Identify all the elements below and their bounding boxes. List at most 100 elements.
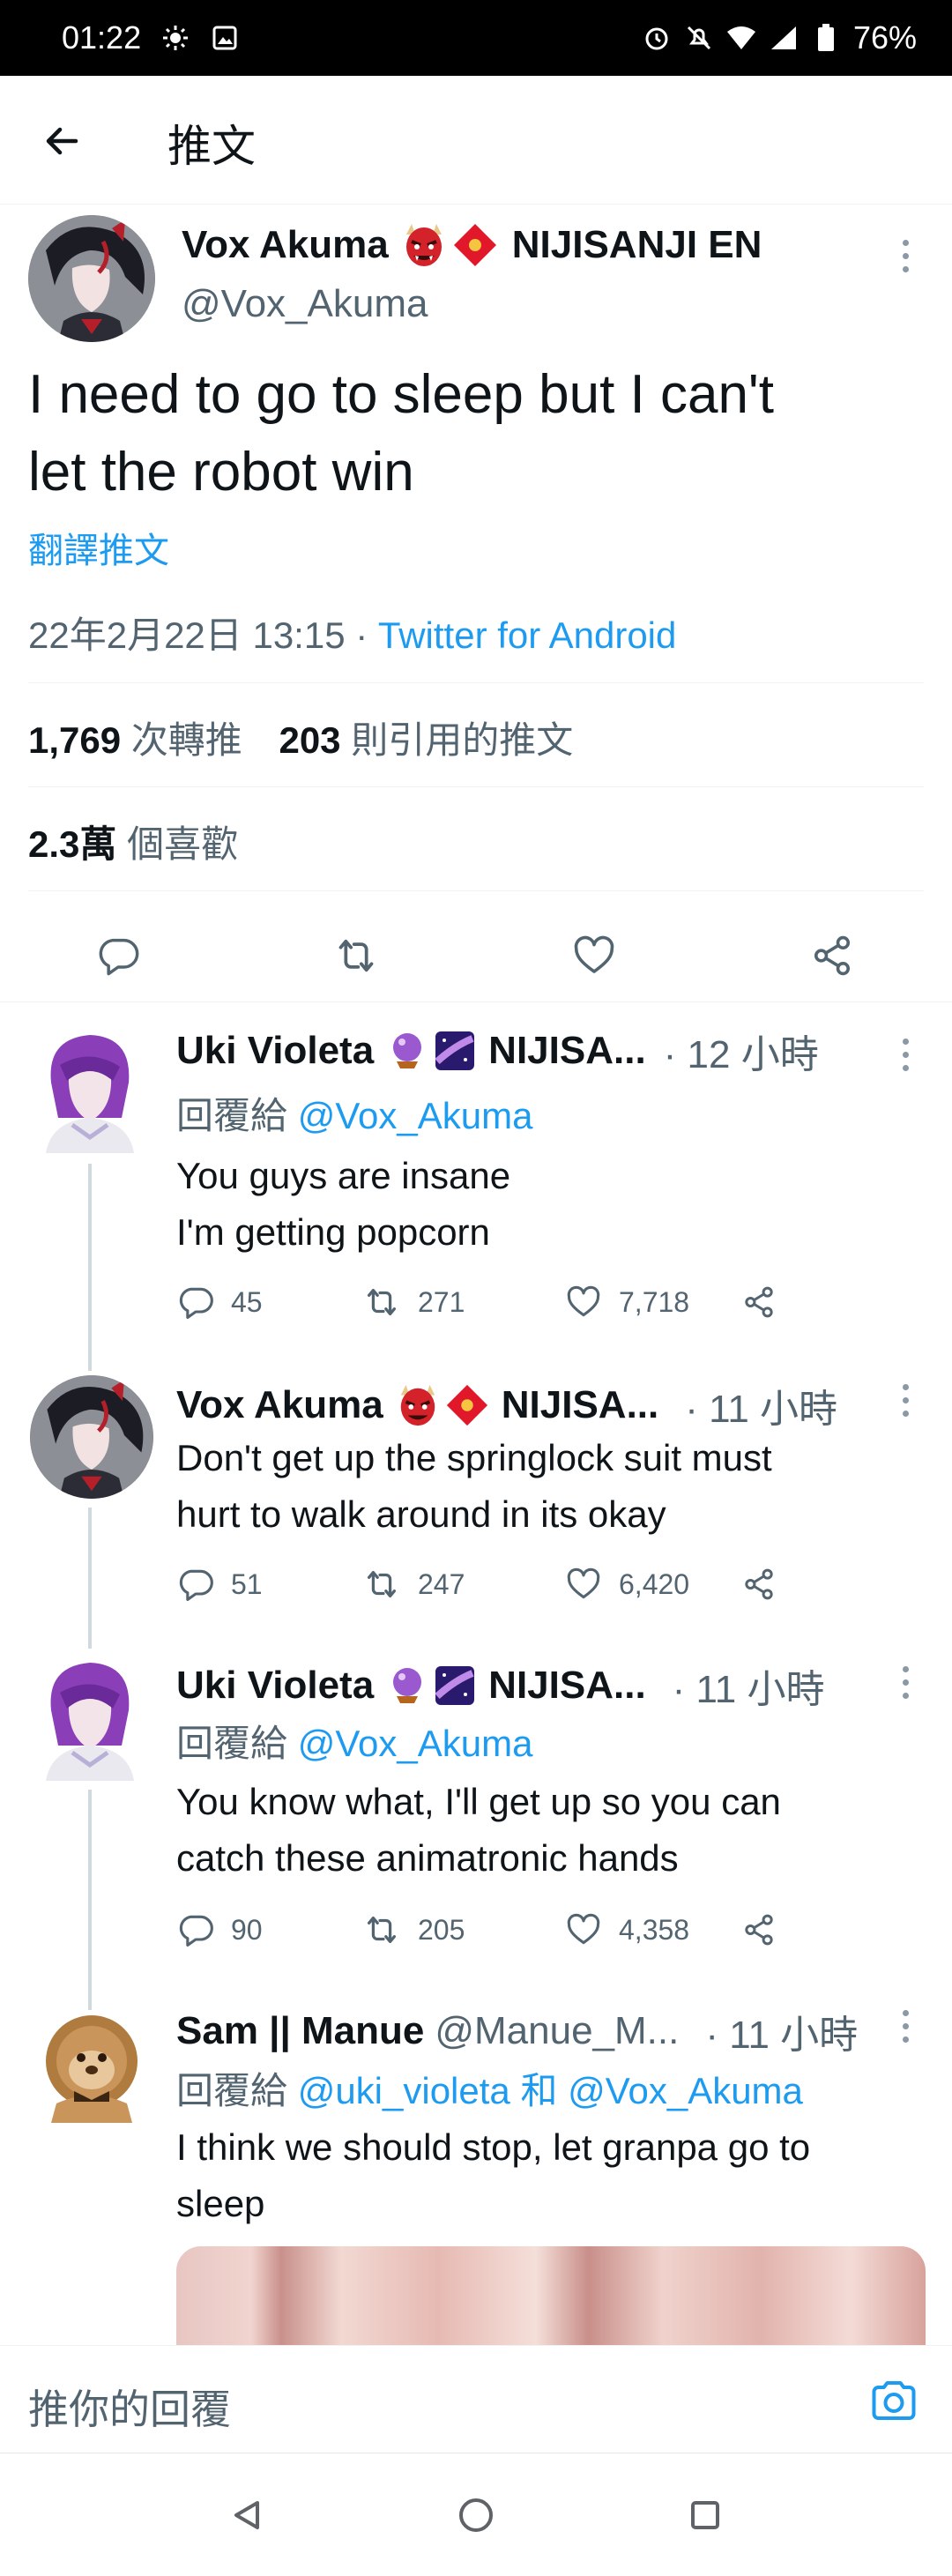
- share-button[interactable]: [740, 1566, 777, 1603]
- badge-text: NIJISANJI EN: [511, 223, 762, 266]
- like-button[interactable]: 6,420: [564, 1565, 740, 1604]
- reply-time[interactable]: · 11 小時: [705, 2003, 858, 2059]
- avatar[interactable]: [30, 2006, 153, 2130]
- like-count: 2.3萬: [28, 823, 117, 865]
- avatar[interactable]: [33, 1030, 146, 1153]
- square-recents-icon: [691, 2501, 719, 2529]
- divider: [28, 786, 924, 787]
- retweet-button[interactable]: 247: [361, 1564, 564, 1604]
- camera-button[interactable]: [867, 2374, 920, 2427]
- more-options-button[interactable]: [901, 1384, 910, 1417]
- author-name[interactable]: Uki Violeta: [176, 1029, 374, 1073]
- reply-and: 和: [520, 2070, 558, 2111]
- reply-time[interactable]: · 11 小時: [685, 1377, 837, 1433]
- reply-actions: 45 271 7,718: [176, 1282, 777, 1322]
- emoji-badges: [386, 1030, 476, 1072]
- emoji-badges: [386, 1664, 476, 1707]
- wifi-icon: [726, 23, 756, 53]
- share-icon: [745, 1914, 773, 1946]
- more-options-button[interactable]: [901, 1666, 910, 1699]
- reply-icon: [179, 1287, 213, 1319]
- reply-count: 45: [231, 1285, 263, 1318]
- oni-mask-icon: [405, 224, 442, 266]
- milky-way-icon: [435, 1666, 475, 1705]
- author-name[interactable]: Vox Akuma: [182, 223, 389, 267]
- recents-nav-button[interactable]: [679, 2489, 732, 2542]
- reply-button[interactable]: [93, 931, 143, 980]
- media-image[interactable]: [176, 2246, 926, 2352]
- page-title: 推文: [167, 122, 256, 171]
- retweet-button[interactable]: 205: [361, 1910, 564, 1950]
- reply-icon: [99, 938, 139, 976]
- author-name[interactable]: Uki Violeta: [176, 1664, 374, 1708]
- reply-text: You guys are insane I'm getting popcorn: [176, 1148, 917, 1261]
- retweet-button[interactable]: [331, 931, 381, 980]
- home-nav-button[interactable]: [450, 2489, 502, 2542]
- like-button[interactable]: 4,358: [564, 1910, 740, 1949]
- retweet-count: 205: [418, 1913, 465, 1946]
- reply-time[interactable]: · 11 小時: [673, 1657, 825, 1714]
- system-nav-bar: [0, 2453, 952, 2576]
- oni-mask-icon: [400, 1384, 435, 1426]
- retweet-icon: [338, 939, 374, 972]
- like-button[interactable]: 7,718: [564, 1283, 740, 1322]
- alarm-icon: [642, 23, 672, 53]
- like-label: 個喜歡: [127, 823, 239, 865]
- mention-link[interactable]: @Vox_Akuma: [298, 1723, 533, 1764]
- reply-icon: [179, 1569, 213, 1601]
- mention-link[interactable]: @uki_violeta: [298, 2070, 510, 2111]
- heart-icon: [574, 935, 614, 973]
- back-button[interactable]: [35, 115, 88, 168]
- badge-text: NIJISA...: [488, 1664, 646, 1707]
- author-name[interactable]: Sam || Manue: [176, 2009, 424, 2053]
- author-handle[interactable]: @Manue_M...: [435, 2009, 679, 2053]
- translate-tweet-link[interactable]: 翻譯推文: [28, 522, 169, 573]
- reply-text-line: You know what, I'll get up so you can: [176, 1781, 781, 1822]
- like-count: 7,718: [619, 1285, 690, 1318]
- quote-label: 則引用的推文: [351, 719, 574, 761]
- status-bar: 01:22 76%: [0, 0, 952, 76]
- like-button[interactable]: [569, 931, 619, 980]
- arrow-left-icon: [46, 127, 78, 155]
- reply-text-line: Don't get up the springlock suit must: [176, 1437, 772, 1478]
- like-count: 4,358: [619, 1913, 690, 1946]
- share-button[interactable]: [807, 931, 857, 980]
- avatar[interactable]: [30, 1375, 153, 1499]
- reply-text-line: I'm getting popcorn: [176, 1211, 490, 1253]
- retweet-button[interactable]: 271: [361, 1282, 564, 1322]
- reply-text-line: sleep: [176, 2183, 265, 2224]
- retweet-label: 次轉推: [130, 719, 242, 761]
- author-handle[interactable]: @Vox_Akuma: [182, 282, 428, 326]
- reply-composer[interactable]: 推你的回覆: [0, 2345, 952, 2453]
- mention-link[interactable]: @Vox_Akuma: [568, 2070, 803, 2111]
- avatar[interactable]: [28, 215, 155, 342]
- milky-way-icon: [435, 1031, 475, 1070]
- reply-actions: 90 205 4,358: [176, 1910, 777, 1950]
- back-nav-button[interactable]: [220, 2489, 273, 2542]
- avatar[interactable]: [33, 1657, 146, 1781]
- more-options-button[interactable]: [901, 2010, 910, 2043]
- tweet-source-link[interactable]: Twitter for Android: [378, 614, 676, 656]
- reply-input-placeholder[interactable]: 推你的回覆: [28, 2378, 231, 2436]
- reply-button[interactable]: 45: [176, 1283, 361, 1322]
- more-options-button[interactable]: [901, 240, 910, 272]
- section-divider: [0, 1001, 952, 1002]
- reply-text: I think we should stop, let granpa go to…: [176, 2119, 934, 2232]
- like-count: 6,420: [619, 1567, 690, 1600]
- share-button[interactable]: [740, 1911, 777, 1948]
- share-icon: [814, 935, 851, 976]
- retweet-icon: [367, 1916, 397, 1944]
- reply-time[interactable]: · 12 小時: [664, 1023, 819, 1079]
- mention-link[interactable]: @Vox_Akuma: [298, 1095, 533, 1136]
- author-name[interactable]: Vox Akuma: [176, 1383, 383, 1427]
- brightness-icon: [160, 23, 190, 53]
- heart-icon: [567, 1285, 600, 1317]
- reply-button[interactable]: 90: [176, 1910, 361, 1949]
- badge-text: NIJISA...: [501, 1383, 659, 1426]
- replying-to: 回覆給 @Vox_Akuma: [176, 1714, 532, 1768]
- more-options-button[interactable]: [901, 1039, 910, 1071]
- like-stats[interactable]: 2.3萬 個喜歡: [28, 815, 238, 868]
- share-button[interactable]: [740, 1284, 777, 1321]
- reply-button[interactable]: 51: [176, 1565, 361, 1604]
- retweet-stats[interactable]: 1,769 次轉推 203 則引用的推文: [28, 711, 573, 764]
